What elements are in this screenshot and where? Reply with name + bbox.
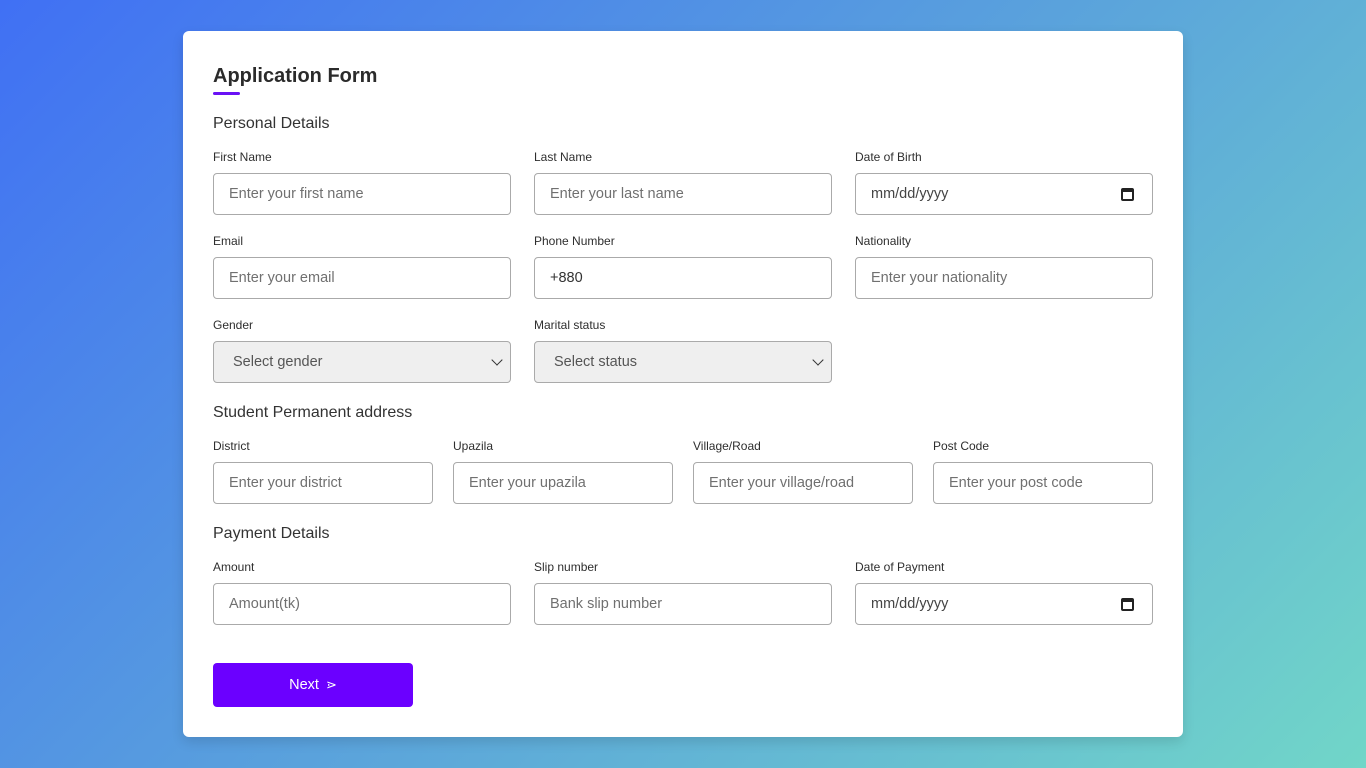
payment-date-value: mm/dd/yyyy [871, 596, 949, 612]
first-name-field: First Name [213, 149, 511, 215]
dob-label: Date of Birth [855, 150, 922, 164]
post-code-input[interactable] [949, 463, 1137, 503]
next-button-label: Next [289, 677, 319, 693]
nationality-input[interactable] [871, 258, 1137, 298]
dob-value: mm/dd/yyyy [871, 186, 949, 202]
slip-number-field: Slip number [534, 559, 832, 625]
phone-label: Phone Number [534, 234, 615, 248]
post-code-box [933, 462, 1153, 504]
first-name-input[interactable] [229, 174, 495, 214]
last-name-box [534, 173, 832, 215]
nationality-field: Nationality [855, 233, 1153, 299]
first-name-box [213, 173, 511, 215]
form-title: Application Form [213, 61, 378, 95]
nationality-box [855, 257, 1153, 299]
village-road-field: Village/Road [693, 438, 913, 504]
village-road-input[interactable] [709, 463, 897, 503]
phone-input[interactable] [550, 258, 816, 298]
gender-field: Gender Select gender [213, 317, 511, 383]
nationality-label: Nationality [855, 234, 912, 248]
amount-field: Amount [213, 559, 511, 625]
calendar-icon[interactable] [1121, 598, 1134, 611]
chevron-down-icon [812, 354, 824, 366]
district-label: District [213, 439, 250, 453]
first-name-label: First Name [213, 150, 272, 164]
application-form-card: Application Form Personal Details First … [183, 31, 1183, 737]
section-payment-details: Payment Details [213, 525, 330, 542]
dob-input[interactable]: mm/dd/yyyy [855, 173, 1153, 215]
last-name-label: Last Name [534, 150, 593, 164]
slip-number-label: Slip number [534, 560, 599, 574]
section-permanent-address: Student Permanent address [213, 404, 413, 421]
email-label: Email [213, 234, 244, 248]
upazila-box [453, 462, 673, 504]
calendar-icon[interactable] [1121, 188, 1134, 201]
village-road-label: Village/Road [693, 439, 761, 453]
slip-number-input[interactable] [550, 584, 816, 624]
village-road-box [693, 462, 913, 504]
district-input[interactable] [229, 463, 417, 503]
phone-box [534, 257, 832, 299]
chevron-down-icon [491, 354, 503, 366]
district-box [213, 462, 433, 504]
post-code-label: Post Code [933, 439, 990, 453]
slip-number-box [534, 583, 832, 625]
payment-date-label: Date of Payment [855, 560, 945, 574]
marital-status-field: Marital status Select status [534, 317, 832, 383]
amount-label: Amount [213, 560, 255, 574]
email-field: Email [213, 233, 511, 299]
send-arrow-icon: ⋗ [325, 677, 337, 692]
phone-field: Phone Number [534, 233, 832, 299]
gender-label: Gender [213, 318, 254, 332]
section-personal-details: Personal Details [213, 115, 330, 132]
payment-date-field: Date of Payment mm/dd/yyyy [855, 559, 1153, 625]
gender-select[interactable]: Select gender [213, 341, 511, 383]
upazila-field: Upazila [453, 438, 673, 504]
amount-input[interactable] [229, 584, 495, 624]
form-title-text: Application Form [213, 65, 378, 87]
next-button[interactable]: Next ⋗ [213, 663, 413, 707]
gender-select-value: Select gender [233, 354, 323, 370]
email-box [213, 257, 511, 299]
title-underline [213, 92, 240, 95]
last-name-input[interactable] [550, 174, 816, 214]
post-code-field: Post Code [933, 438, 1153, 504]
email-input[interactable] [229, 258, 495, 298]
amount-box [213, 583, 511, 625]
marital-status-select[interactable]: Select status [534, 341, 832, 383]
upazila-input[interactable] [469, 463, 657, 503]
district-field: District [213, 438, 433, 504]
marital-status-value: Select status [554, 354, 638, 370]
upazila-label: Upazila [453, 439, 494, 453]
dob-field: Date of Birth mm/dd/yyyy [855, 149, 1153, 215]
marital-status-label: Marital status [534, 318, 606, 332]
payment-date-input[interactable]: mm/dd/yyyy [855, 583, 1153, 625]
last-name-field: Last Name [534, 149, 832, 215]
